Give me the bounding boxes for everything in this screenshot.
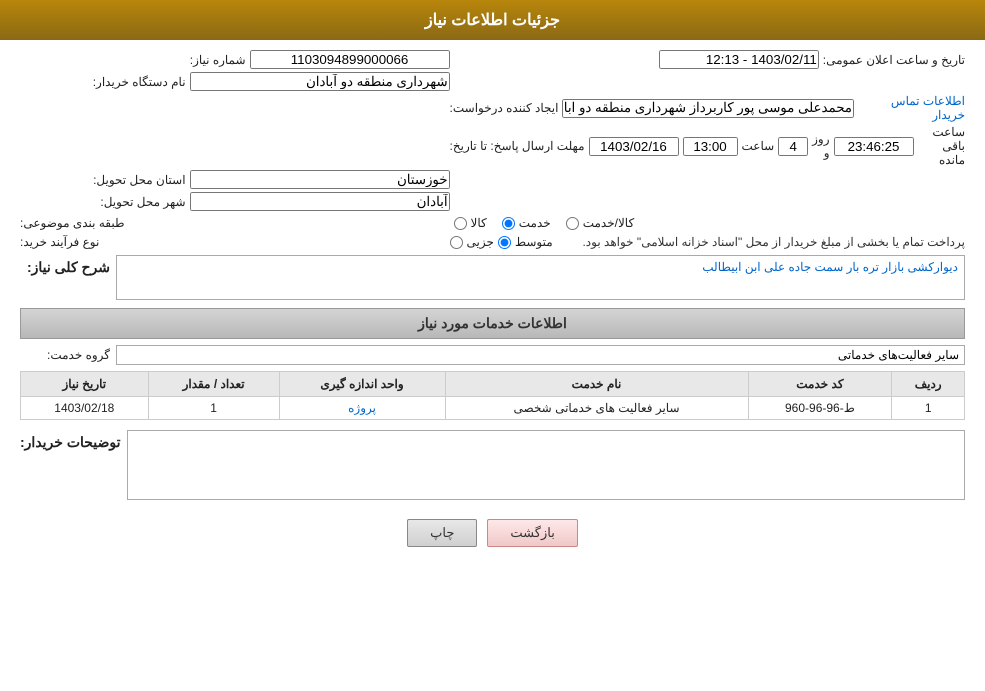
cell-name: سایر فعالیت های خدماتی شخصی — [445, 397, 748, 420]
back-button[interactable]: بازگشت — [487, 519, 577, 547]
province-label: استان محل تحویل: — [93, 173, 185, 187]
row-response-deadline: ساعت باقی مانده روز و ساعت مهلت ارسال پا… — [20, 125, 965, 167]
response-days-label: روز و — [812, 132, 829, 160]
col-header-name: نام خدمت — [445, 372, 748, 397]
buyer-desc-label: توضیحات خریدار: — [20, 434, 121, 450]
services-table: ردیف کد خدمت نام خدمت واحد اندازه گیری ت… — [20, 371, 965, 420]
col-header-unit: واحد اندازه گیری — [279, 372, 445, 397]
remaining-label: ساعت باقی مانده — [918, 125, 965, 167]
services-section-header: اطلاعات خدمات مورد نیاز — [20, 308, 965, 339]
response-date-input[interactable] — [589, 137, 679, 156]
description-value: دیوارکشی بازار تره بار سمت جاده علی ابن … — [702, 260, 958, 274]
announce-date-input[interactable] — [659, 50, 819, 69]
col-header-qty: تعداد / مقدار — [148, 372, 279, 397]
description-section: دیوارکشی بازار تره بار سمت جاده علی ابن … — [20, 255, 965, 300]
purchase-note: پرداخت تمام یا بخشی از مبلغ خریدار از مح… — [557, 235, 965, 249]
row-requester: اطلاعات تماس خریدار ایجاد کننده درخواست: — [20, 94, 965, 122]
services-section-label: اطلاعات خدمات مورد نیاز — [418, 315, 567, 331]
city-input[interactable] — [190, 192, 450, 211]
service-group-row: گروه خدمت: — [20, 345, 965, 365]
need-number-label: شماره نیاز: — [190, 53, 246, 67]
purchase-type-label: نوع فرآیند خرید: — [20, 235, 99, 249]
col-header-row: ردیف — [892, 372, 965, 397]
page-title: جزئیات اطلاعات نیاز — [425, 12, 560, 29]
buyer-desc-section: توضیحات خریدار: — [20, 430, 965, 503]
response-time-input[interactable] — [683, 137, 738, 156]
contact-link[interactable]: اطلاعات تماس خریدار — [858, 94, 965, 122]
description-box: دیوارکشی بازار تره بار سمت جاده علی ابن … — [116, 255, 965, 300]
purchase-jozi[interactable]: جزیی — [450, 235, 494, 249]
row-purchase-type: پرداخت تمام یا بخشی از مبلغ خریدار از مح… — [20, 235, 965, 249]
buyer-org-label: نام دستگاه خریدار: — [93, 75, 186, 89]
response-days-input[interactable] — [778, 137, 808, 156]
response-deadline-label: مهلت ارسال پاسخ: تا تاریخ: — [450, 139, 585, 153]
row-buyer-org: نام دستگاه خریدار: — [20, 72, 965, 91]
row-category: کالا/خدمت خدمت کالا طبقه بندی موضوعی: — [20, 214, 965, 232]
cell-unit: پروژه — [279, 397, 445, 420]
buyer-org-input[interactable] — [190, 72, 450, 91]
col-header-date: تاریخ نیاز — [21, 372, 149, 397]
main-content: تاریخ و ساعت اعلان عمومی: شماره نیاز: نا… — [0, 40, 985, 567]
category-khidmat[interactable]: خدمت — [502, 216, 551, 230]
cell-code: ط-96-96-960 — [748, 397, 892, 420]
service-group-label: گروه خدمت: — [47, 348, 110, 362]
category-kala-khidmat[interactable]: کالا/خدمت — [566, 216, 634, 230]
table-row: 1 ط-96-96-960 سایر فعالیت های خدماتی شخص… — [21, 397, 965, 420]
requester-label: ایجاد کننده درخواست: — [450, 101, 559, 115]
response-time-label: ساعت — [742, 139, 775, 153]
col-header-code: کد خدمت — [748, 372, 892, 397]
row-need-number: تاریخ و ساعت اعلان عمومی: شماره نیاز: — [20, 50, 965, 69]
description-label: شرح کلی نیاز: — [27, 259, 110, 275]
page-container: جزئیات اطلاعات نیاز تاریخ و ساعت اعلان ع… — [0, 0, 985, 691]
row-city: شهر محل تحویل: — [20, 192, 965, 211]
row-province: استان محل تحویل: — [20, 170, 965, 189]
cell-date: 1403/02/18 — [21, 397, 149, 420]
cell-row: 1 — [892, 397, 965, 420]
page-header: جزئیات اطلاعات نیاز — [0, 0, 985, 40]
purchase-mutavasset[interactable]: متوسط — [498, 235, 553, 249]
remaining-input[interactable] — [834, 137, 914, 156]
requester-input[interactable] — [562, 99, 854, 118]
need-number-input[interactable] — [250, 50, 450, 69]
province-input[interactable] — [190, 170, 450, 189]
print-button[interactable]: چاپ — [407, 519, 477, 547]
button-row: بازگشت چاپ — [20, 519, 965, 547]
category-label: طبقه بندی موضوعی: — [20, 216, 125, 230]
cell-qty: 1 — [148, 397, 279, 420]
buyer-desc-textarea[interactable] — [127, 430, 965, 500]
service-group-input[interactable] — [116, 345, 965, 365]
category-kala[interactable]: کالا — [454, 216, 487, 230]
city-label: شهر محل تحویل: — [100, 195, 185, 209]
announce-date-label: تاریخ و ساعت اعلان عمومی: — [823, 53, 965, 67]
